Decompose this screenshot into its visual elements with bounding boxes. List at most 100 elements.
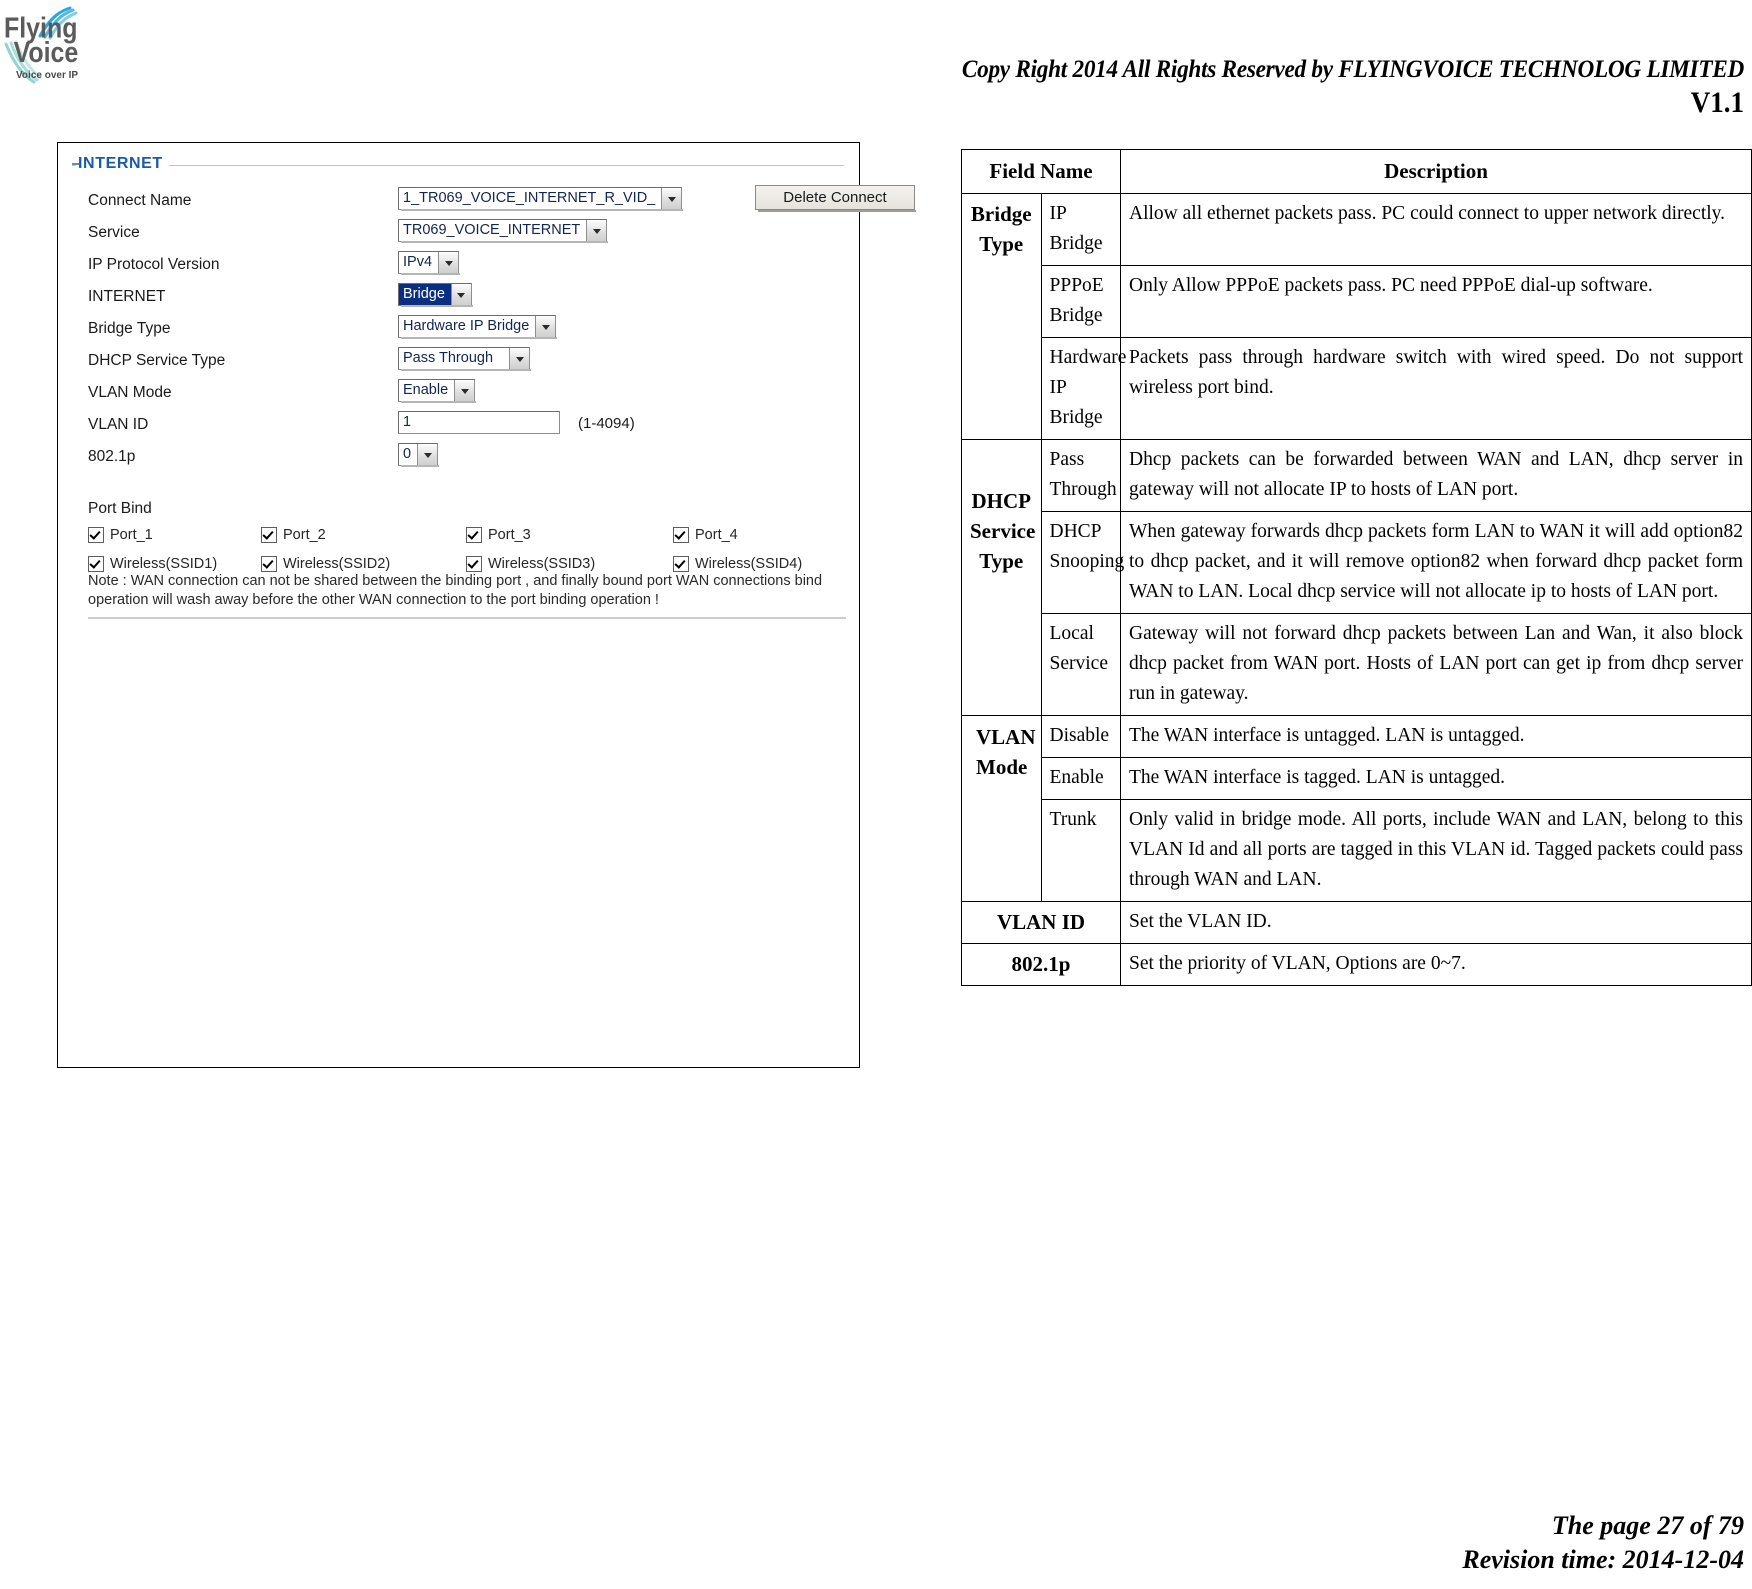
- option-enable: Enable: [1040, 757, 1121, 800]
- option-pass-through: Pass Through: [1040, 439, 1121, 512]
- table-row: DHCP Service Type Pass Through Dhcp pack…: [961, 439, 1752, 716]
- checkbox-label: Port_2: [283, 527, 326, 543]
- table-row: Hardware IP Bridge Packets pass through …: [962, 337, 1752, 440]
- chevron-down-icon[interactable]: [586, 220, 607, 241]
- copyright-line: Copy Right 2014 All Rights Reserved by F…: [961, 56, 1744, 83]
- checkbox-checked-icon[interactable]: [261, 527, 277, 543]
- table-row: Enable The WAN interface is tagged. LAN …: [962, 757, 1752, 800]
- revision-time: Revision time: 2014-12-04: [1462, 1545, 1744, 1574]
- table-row: Local Service Gateway will not forward d…: [962, 613, 1752, 716]
- label-bridge-type: Bridge Type: [88, 320, 171, 337]
- chevron-down-icon[interactable]: [454, 380, 475, 401]
- router-config-panel: INTERNET Connect Name 1_TR069_VOICE_INTE…: [57, 142, 916, 1068]
- port-bind-row-ports: Port_1 Port_2 Port_3 Port_4: [88, 527, 858, 556]
- priority-8021p-value: 0: [403, 446, 412, 462]
- checkbox-checked-icon[interactable]: [466, 527, 482, 543]
- field-row-dhcp-service-type: DHCP Service Type Pass Through: [78, 347, 838, 378]
- vlan-mode-select[interactable]: Enable: [398, 379, 477, 403]
- chevron-down-icon[interactable]: [661, 188, 682, 209]
- field-row-bridge-type: Bridge Type Hardware IP Bridge: [78, 315, 838, 346]
- checkbox-checked-icon[interactable]: [88, 556, 104, 572]
- checkbox-checked-icon[interactable]: [88, 527, 104, 543]
- label-vlan-id: VLAN ID: [88, 416, 149, 433]
- description-vlan-id: Set the VLAN ID.: [1120, 901, 1752, 944]
- checkbox-label: Wireless(SSID2): [283, 556, 391, 572]
- checkbox-checked-icon[interactable]: [261, 556, 277, 572]
- field-row-connect-name: Connect Name 1_TR069_VOICE_INTERNET_R_VI…: [78, 187, 838, 218]
- chevron-down-icon[interactable]: [438, 252, 459, 273]
- label-service: Service: [88, 224, 140, 241]
- checkbox-label: Wireless(SSID1): [110, 556, 218, 572]
- field-row-service: Service TR069_VOICE_INTERNET: [78, 219, 838, 250]
- option-disable: Disable: [1040, 715, 1121, 758]
- checkbox-port-2[interactable]: Port_2: [261, 527, 326, 543]
- label-dhcp-service-type: DHCP Service Type: [88, 352, 226, 369]
- checkbox-wireless-ssid4[interactable]: Wireless(SSID4): [673, 556, 802, 572]
- label-connect-name: Connect Name: [88, 192, 192, 209]
- page-header: Flying Voice Voice over IP Copy Right 20…: [0, 0, 1752, 140]
- field-dhcp-service-type: DHCP Service Type: [961, 439, 1042, 716]
- checkbox-wireless-ssid3[interactable]: Wireless(SSID3): [466, 556, 595, 572]
- vlan-id-range-hint: (1-4094): [578, 415, 635, 432]
- chevron-down-icon[interactable]: [535, 316, 556, 337]
- checkbox-checked-icon[interactable]: [673, 556, 689, 572]
- collapse-minus-icon[interactable]: [72, 163, 79, 165]
- checkbox-label: Port_3: [488, 527, 531, 543]
- dhcp-service-type-select-wrap: Pass Through: [398, 347, 531, 371]
- description-8021p: Set the priority of VLAN, Options are 0~…: [1120, 943, 1752, 986]
- option-dhcp-snooping: DHCP Snooping: [1040, 511, 1124, 614]
- checkbox-port-4[interactable]: Port_4: [673, 527, 738, 543]
- chevron-down-icon[interactable]: [450, 284, 471, 305]
- checkbox-port-1[interactable]: Port_1: [88, 527, 153, 543]
- field-description-table: Field Name Description Bridge Type IP Br…: [961, 149, 1752, 986]
- service-select[interactable]: TR069_VOICE_INTERNET: [398, 219, 609, 243]
- internet-mode-select[interactable]: Bridge: [398, 283, 473, 307]
- description-pass-through: Dhcp packets can be forwarded between WA…: [1120, 439, 1752, 512]
- checkbox-port-3[interactable]: Port_3: [466, 527, 531, 543]
- port-bind-label: Port Bind: [88, 500, 152, 517]
- bridge-type-select[interactable]: Hardware IP Bridge: [398, 315, 558, 339]
- checkbox-label: Port_1: [110, 527, 153, 543]
- checkbox-wireless-ssid1[interactable]: Wireless(SSID1): [88, 556, 217, 572]
- description-disable: The WAN interface is untagged. LAN is un…: [1120, 715, 1752, 758]
- label-vlan-mode: VLAN Mode: [88, 384, 172, 401]
- description-enable: The WAN interface is tagged. LAN is unta…: [1120, 757, 1752, 800]
- priority-8021p-select[interactable]: 0: [398, 443, 440, 467]
- vlan-id-input[interactable]: 1: [398, 411, 560, 434]
- table-row: DHCP Snooping When gateway forwards dhcp…: [962, 511, 1752, 614]
- checkbox-checked-icon[interactable]: [466, 556, 482, 572]
- field-row-8021p: 802.1p 0: [78, 443, 838, 474]
- option-ip-bridge: IP Bridge: [1040, 193, 1121, 266]
- vlan-mode-value: Enable: [403, 382, 449, 398]
- svg-text:Voice over IP: Voice over IP: [16, 70, 78, 81]
- checkbox-wireless-ssid2[interactable]: Wireless(SSID2): [261, 556, 390, 572]
- chevron-down-icon[interactable]: [417, 444, 438, 465]
- internet-mode-select-wrap: Bridge: [398, 283, 473, 307]
- service-value: TR069_VOICE_INTERNET: [403, 222, 581, 238]
- fieldset-divider: [72, 165, 844, 166]
- label-ip-protocol-version: IP Protocol Version: [88, 256, 220, 273]
- delete-connect-button[interactable]: Delete Connect: [755, 185, 916, 212]
- description-ip-bridge: Allow all ethernet packets pass. PC coul…: [1120, 193, 1752, 266]
- checkbox-checked-icon[interactable]: [673, 527, 689, 543]
- field-row-ip-protocol-version: IP Protocol Version IPv4: [78, 251, 838, 282]
- chevron-down-icon[interactable]: [509, 348, 529, 369]
- table-row: VLAN ID Set the VLAN ID.: [961, 901, 1752, 944]
- ip-protocol-version-select[interactable]: IPv4: [398, 251, 461, 275]
- port-bind-note: Note : WAN connection can not be shared …: [88, 573, 823, 608]
- table-row: Bridge Type IP Bridge Allow all ethernet…: [961, 193, 1752, 440]
- internet-mode-value: Bridge: [399, 284, 451, 305]
- description-local-service: Gateway will not forward dhcp packets be…: [1120, 613, 1752, 716]
- note-divider: [88, 617, 846, 619]
- vlan-id-input-wrap: 1: [398, 411, 560, 434]
- flyingvoice-logo: Flying Voice Voice over IP: [4, 6, 114, 94]
- bridge-type-select-wrap: Hardware IP Bridge: [398, 315, 558, 339]
- table-row: Trunk Only valid in bridge mode. All por…: [962, 799, 1752, 902]
- internet-fieldset: INTERNET Connect Name 1_TR069_VOICE_INTE…: [72, 155, 916, 619]
- dhcp-service-type-select[interactable]: Pass Through: [398, 347, 531, 371]
- option-hardware-ip-bridge: Hardware IP Bridge: [1040, 337, 1126, 440]
- connect-name-select[interactable]: 1_TR069_VOICE_INTERNET_R_VID_: [398, 187, 684, 211]
- connect-name-value: 1_TR069_VOICE_INTERNET_R_VID_: [403, 190, 656, 206]
- field-vlan-mode: VLAN Mode: [961, 715, 1042, 902]
- field-row-vlan-id: VLAN ID 1 (1-4094): [78, 411, 838, 442]
